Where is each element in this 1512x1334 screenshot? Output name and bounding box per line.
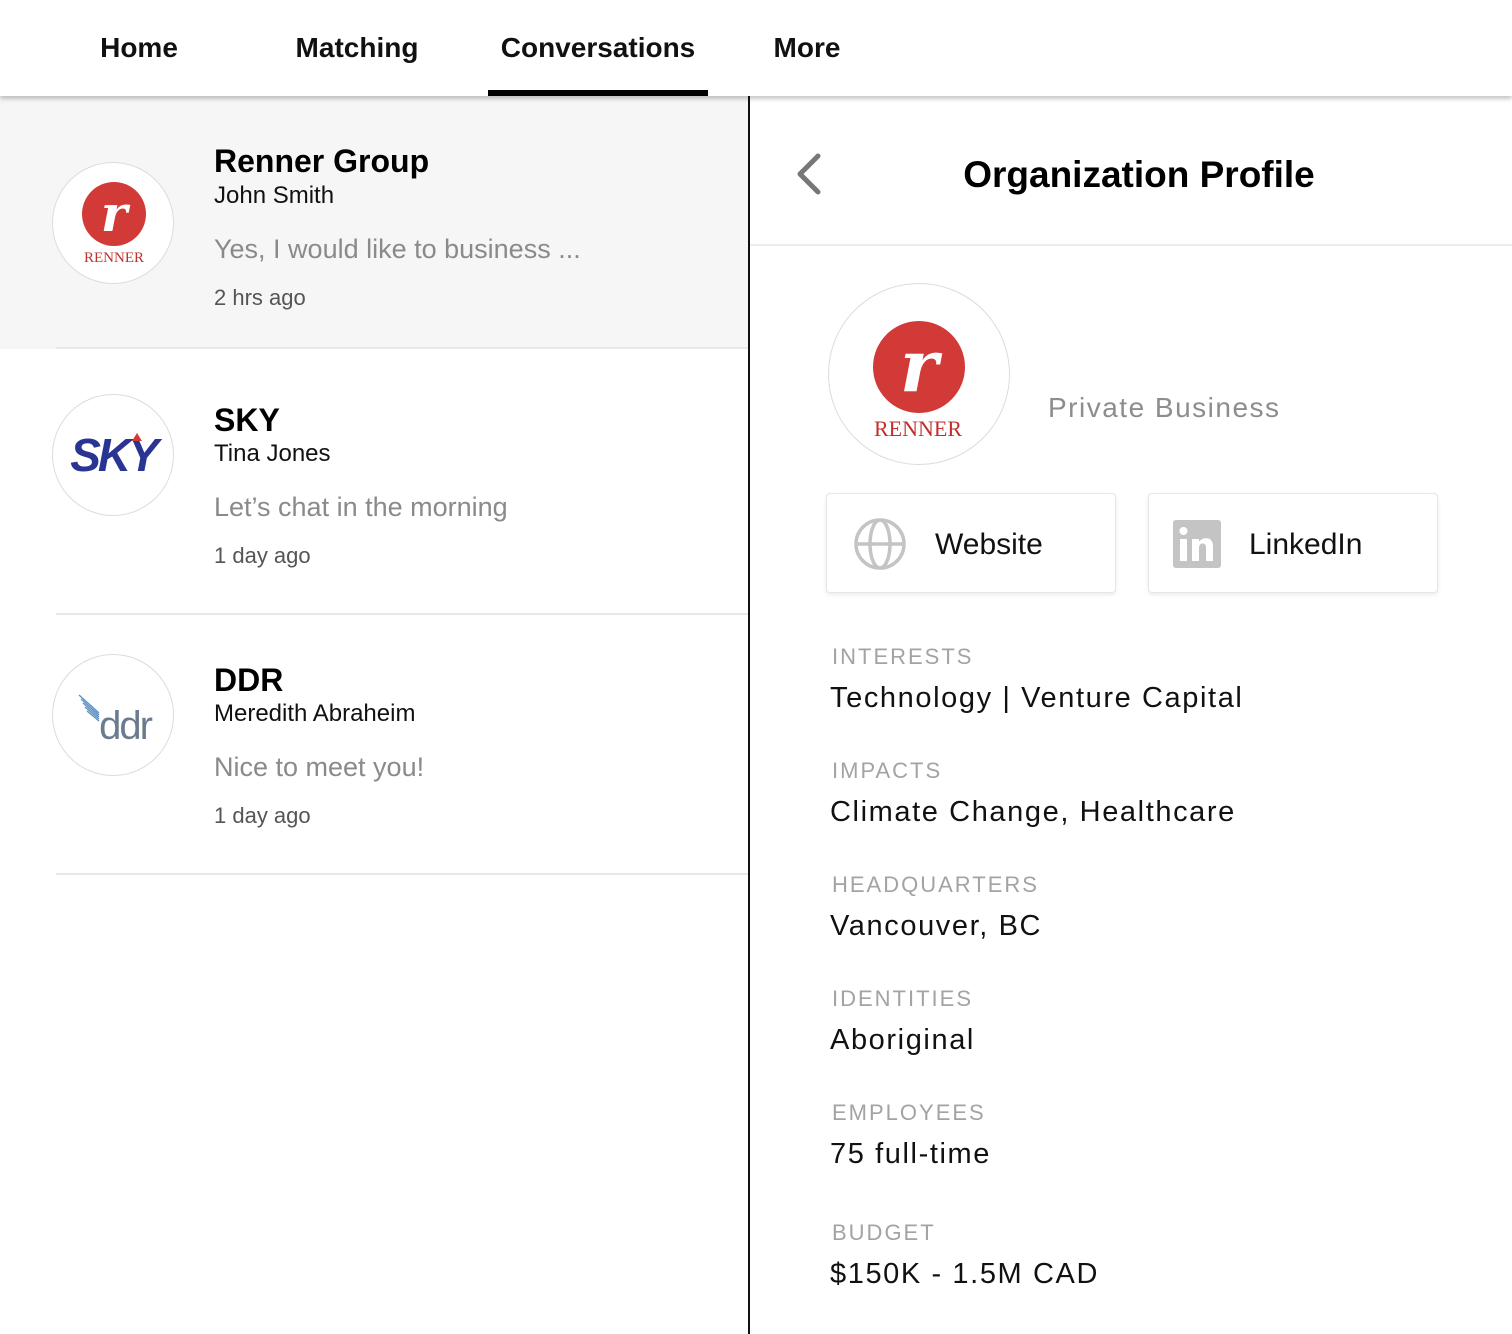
page-title: Organization Profile [963,154,1315,195]
conversation-last-message: Yes, I would like to business ... [214,234,581,264]
tab-conversations[interactable]: Conversations [488,0,708,96]
linkedin-button-label: LinkedIn [1249,528,1363,561]
linkedin-button[interactable]: LinkedIn [1148,493,1438,593]
svg-text:RENNER: RENNER [874,416,962,441]
tab-matching[interactable]: Matching [286,0,428,96]
interests-label: INTERESTS [832,644,974,669]
conversation-timestamp: 1 day ago [214,543,311,568]
ddr-avatar: ddr [52,654,174,776]
impacts-label: IMPACTS [832,758,943,783]
conversation-contact-name: Tina Jones [214,440,331,467]
headquarters-value: Vancouver, BC [830,910,1043,942]
ddr-logo-icon: ddr [78,694,155,748]
budget-label: BUDGET [832,1220,936,1245]
conversation-timestamp: 1 day ago [214,803,311,828]
identities-label: IDENTITIES [832,986,974,1011]
linkedin-icon [1173,520,1221,568]
employees-label: EMPLOYEES [832,1100,986,1125]
conversation-last-message: Let’s chat in the morning [214,492,508,522]
sky-avatar: SKY [52,394,174,516]
budget-value: $150K - 1.5M CAD [830,1258,1099,1290]
profile-header: Organization Profile [750,96,1512,246]
svg-text:r: r [900,323,943,408]
organization-logo: r RENNER [828,283,1010,465]
top-navigation: Home Matching Conversations More [0,0,1512,96]
impacts-value: Climate Change, Healthcare [830,796,1236,828]
interests-value: Technology | Venture Capital [830,682,1244,714]
tab-home[interactable]: Home [90,0,188,96]
svg-text:RENNER: RENNER [84,250,144,266]
conversation-last-message: Nice to meet you! [214,752,425,782]
renner-avatar: r RENNER [52,162,174,284]
svg-text:SKY: SKY [70,429,163,481]
conversation-org-name: DDR [214,662,284,698]
conversation-item-renner[interactable]: r RENNER Renner Group John Smith Yes, I … [0,96,748,349]
svg-text:ddr: ddr [99,704,152,748]
conversation-item-ddr[interactable]: ddr DDR Meredith Abraheim Nice to meet y… [0,615,748,875]
identities-value: Aboriginal [830,1024,975,1056]
renner-logo-icon: r RENNER [873,321,965,441]
panel-divider [748,96,750,1334]
svg-text:r: r [101,184,131,243]
tab-more[interactable]: More [764,0,850,96]
website-button-label: Website [935,528,1043,561]
conversation-timestamp: 2 hrs ago [214,285,306,310]
renner-logo-icon: r RENNER [82,182,146,266]
employees-value: 75 full-time [830,1138,992,1170]
organization-type: Private Business [1048,392,1281,423]
globe-icon [854,518,906,570]
conversation-contact-name: Meredith Abraheim [214,700,416,727]
conversation-org-name: SKY [214,402,280,438]
conversation-item-sky[interactable]: SKY SKY Tina Jones Let’s chat in the mor… [0,349,748,615]
conversation-org-name: Renner Group [214,143,430,179]
sky-logo-icon: SKY [70,429,166,481]
headquarters-label: HEADQUARTERS [832,872,1039,897]
website-button[interactable]: Website [826,493,1116,593]
conversation-contact-name: John Smith [214,182,335,209]
list-separator [56,873,748,875]
